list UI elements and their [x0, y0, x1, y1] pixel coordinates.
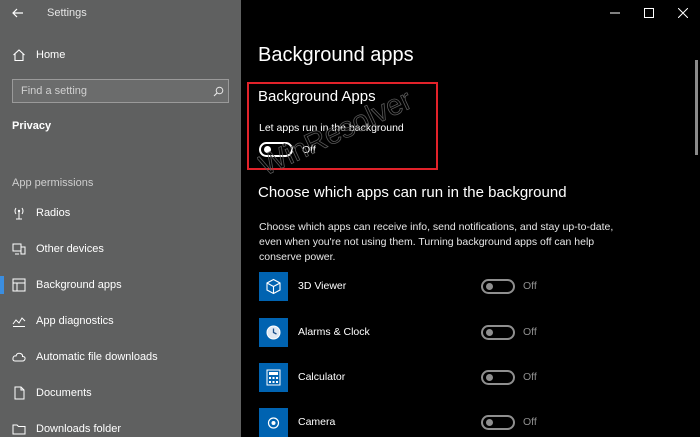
page-title: Background apps: [258, 44, 414, 66]
app-toggle[interactable]: [481, 324, 515, 340]
sidebar-item-automatic-file-downloads[interactable]: Automatic file downloads: [0, 339, 241, 375]
app-row-alarms-clock: Alarms & Clock Off: [259, 317, 549, 347]
search-box[interactable]: [12, 79, 229, 103]
camera-icon: [259, 407, 288, 437]
sidebar-item-label: Other devices: [36, 243, 104, 255]
scrollbar[interactable]: [695, 60, 698, 155]
app-name: Calculator: [298, 371, 346, 383]
radio-icon: [12, 206, 26, 220]
toggle-knob: [486, 418, 493, 426]
back-arrow-icon: [12, 8, 23, 18]
app-row-calculator: Calculator Off: [259, 362, 549, 392]
background-apps-toggle-row: Off: [259, 142, 316, 157]
app-toggle[interactable]: [481, 278, 515, 294]
background-apps-icon: [12, 278, 26, 292]
app-name: Camera: [298, 416, 336, 428]
sidebar-item-label: Automatic file downloads: [36, 351, 158, 363]
back-button[interactable]: [0, 0, 36, 26]
app-toggle-state: Off: [523, 280, 537, 292]
section-title: Background Apps: [258, 88, 376, 105]
maximize-icon: [644, 8, 654, 18]
section-title: Choose which apps can run in the backgro…: [258, 184, 567, 201]
folder-icon: [12, 422, 26, 436]
maximize-button[interactable]: [632, 0, 666, 26]
sidebar-item-label: Documents: [36, 387, 92, 399]
main-pane: Background apps Background Apps Let apps…: [241, 0, 700, 437]
nav-home[interactable]: Home: [0, 44, 241, 66]
sidebar-item-radios[interactable]: Radios: [0, 195, 241, 231]
app-toggle-state: Off: [523, 416, 537, 428]
nav-list: Radios Other devices Background apps App…: [0, 195, 241, 437]
cloud-icon: [12, 350, 26, 364]
sidebar-item-other-devices[interactable]: Other devices: [0, 231, 241, 267]
app-name: Alarms & Clock: [298, 326, 370, 338]
minimize-icon: [610, 12, 620, 14]
app-row-3d-viewer: 3D Viewer Off: [259, 271, 549, 301]
toggle-state: Off: [302, 143, 316, 156]
sidebar-item-label: Downloads folder: [36, 423, 121, 435]
app-toggle[interactable]: [481, 414, 515, 430]
section-description: Choose which apps can receive info, send…: [259, 221, 614, 263]
calculator-icon: [259, 362, 288, 392]
toggle-label: Let apps run in the background: [259, 122, 404, 134]
sidebar-item-label: Radios: [36, 207, 71, 219]
toggle-knob: [264, 146, 271, 153]
toggle-knob: [486, 328, 493, 336]
sidebar-item-downloads-folder[interactable]: Downloads folder: [0, 411, 241, 437]
app-row-camera: Camera Off: [259, 407, 549, 437]
toggle-knob: [486, 282, 493, 290]
sidebar-item-app-diagnostics[interactable]: App diagnostics: [0, 303, 241, 339]
search-icon[interactable]: [208, 81, 228, 101]
search-input[interactable]: [13, 85, 208, 97]
sidebar-item-label: App diagnostics: [36, 315, 114, 327]
close-icon: [678, 8, 688, 18]
section-heading: Privacy: [12, 120, 52, 132]
sidebar: Settings Home Privacy App permissions Ra…: [0, 0, 241, 437]
title-bar: Settings: [0, 0, 241, 26]
app-toggle-state: Off: [523, 371, 537, 383]
clock-icon: [259, 317, 288, 347]
sidebar-item-documents[interactable]: Documents: [0, 375, 241, 411]
cube-icon: [259, 271, 288, 301]
diagnostics-icon: [12, 314, 26, 328]
nav-home-label: Home: [36, 49, 66, 61]
toggle-knob: [486, 373, 493, 381]
background-apps-toggle[interactable]: [259, 142, 293, 157]
sidebar-item-background-apps[interactable]: Background apps: [0, 267, 241, 303]
home-icon: [13, 49, 25, 62]
app-title: Settings: [47, 7, 87, 19]
app-toggle-state: Off: [523, 326, 537, 338]
sidebar-item-label: Background apps: [36, 279, 122, 291]
window-controls: [598, 0, 700, 26]
app-name: 3D Viewer: [298, 280, 347, 292]
devices-icon: [12, 242, 26, 256]
group-header: App permissions: [12, 177, 94, 189]
app-toggle[interactable]: [481, 369, 515, 385]
close-button[interactable]: [666, 0, 700, 26]
document-icon: [12, 386, 26, 400]
minimize-button[interactable]: [598, 0, 632, 26]
